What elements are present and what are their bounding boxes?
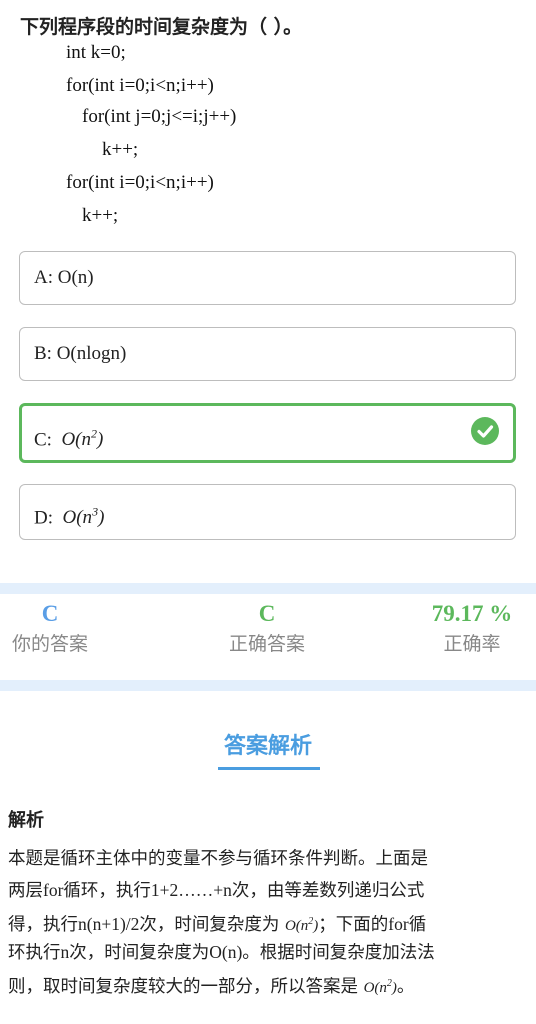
analysis-tab-underline bbox=[218, 767, 320, 770]
option-d[interactable]: D: O(n3) bbox=[19, 484, 516, 540]
stats-divider-bottom bbox=[0, 680, 536, 691]
accuracy-value: 79.17 % bbox=[431, 601, 513, 626]
option-b[interactable]: B: O(nlogn) bbox=[19, 327, 516, 381]
code-line: int k=0; bbox=[66, 42, 126, 63]
option-a[interactable]: A: O(n) bbox=[19, 251, 516, 305]
code-line: for(int i=0;i<n;i++) bbox=[66, 75, 214, 96]
option-c[interactable]: C: O(n2) bbox=[19, 403, 516, 463]
analysis-label: 解析 bbox=[8, 810, 44, 831]
your-answer-stat: C 你的答案 bbox=[0, 600, 130, 658]
option-a-label: A: O(n) bbox=[34, 267, 94, 288]
accuracy-label: 正确率 bbox=[443, 633, 501, 655]
accuracy-stat: 79.17 % 正确率 bbox=[392, 600, 536, 658]
your-answer-value: C bbox=[41, 601, 59, 626]
code-line: k++; bbox=[82, 205, 119, 226]
check-circle-icon bbox=[471, 417, 499, 445]
correct-answer-label: 正确答案 bbox=[228, 633, 305, 655]
analysis-line: 则，取时间复杂度较大的一部分，所以答案是 O(n2)。 bbox=[8, 977, 415, 997]
question-title: 下列程序段的时间复杂度为（ ）。 bbox=[20, 16, 303, 38]
code-line: k++; bbox=[102, 139, 139, 160]
option-c-label: C: O(n2) bbox=[34, 427, 104, 451]
analysis-line: 两层for循环，执行1+2……+n次，由等差数列递归公式 bbox=[8, 880, 425, 901]
analysis-line: 本题是循环主体中的变量不参与循环条件判断。上面是 bbox=[8, 849, 428, 869]
analysis-tab-header[interactable]: 答案解析 bbox=[0, 728, 536, 760]
correct-answer-value: C bbox=[258, 601, 276, 626]
option-d-label: D: O(n3) bbox=[34, 505, 105, 529]
correct-answer-stat: C 正确答案 bbox=[187, 600, 347, 658]
stats-divider-top bbox=[0, 583, 536, 594]
your-answer-label: 你的答案 bbox=[11, 633, 88, 655]
code-line: for(int j=0;j<=i;j++) bbox=[82, 106, 237, 127]
option-b-label: B: O(nlogn) bbox=[34, 343, 127, 364]
analysis-line: 环执行n次，时间复杂度为O(n)。根据时间复杂度加法法 bbox=[8, 942, 435, 963]
code-line: for(int i=0;i<n;i++) bbox=[66, 172, 214, 193]
